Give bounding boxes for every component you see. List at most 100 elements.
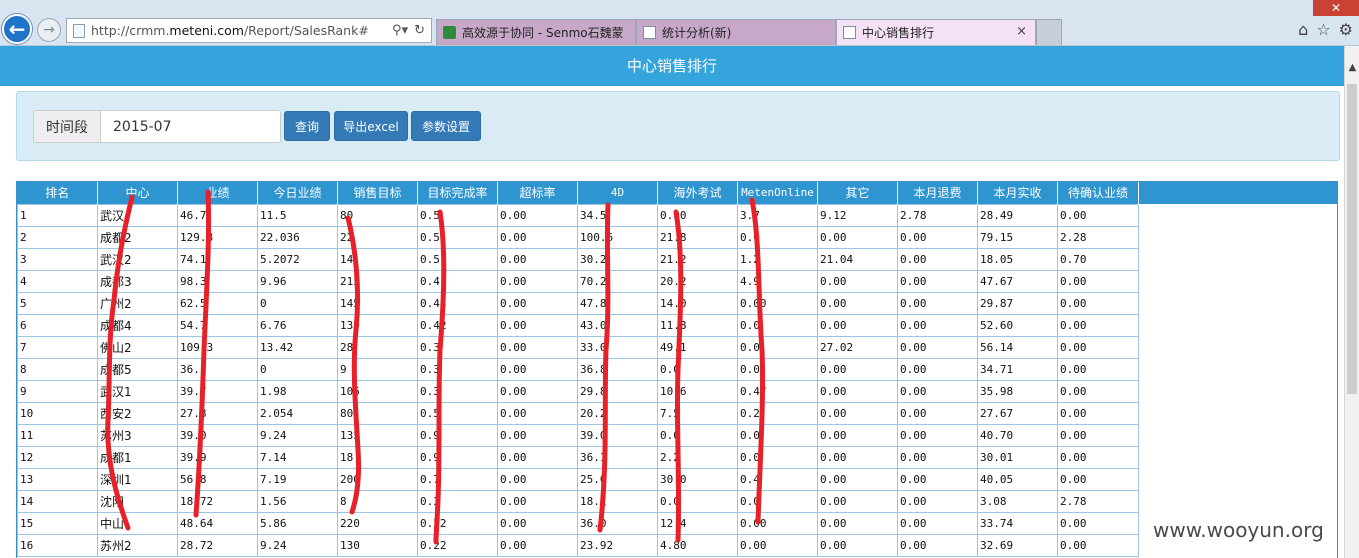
table-cell: 39.9 [177, 445, 258, 469]
table-cell: 15 [17, 511, 98, 535]
table-cell: 0.00 [817, 533, 898, 557]
table-cell: 4.9 [737, 269, 818, 293]
table-cell: 0.00 [497, 467, 578, 491]
table-cell: 130 [337, 533, 418, 557]
table-cell: 佛山2 [97, 335, 178, 359]
table-cell: 0.0 [737, 335, 818, 359]
home-icon[interactable]: ⌂ [1298, 20, 1308, 39]
settings-button[interactable]: 参数设置 [411, 111, 481, 141]
table-cell: 0.00 [1057, 357, 1139, 381]
table-row: 8 成都5 36.1 0 9 0.3 0.00 36.8 0.0 0.0 0.00 0.00 34.71… [17, 357, 1139, 381]
table-cell: 4 [17, 269, 98, 293]
close-tab-icon[interactable]: × [1016, 24, 1027, 39]
page-icon [73, 23, 85, 38]
gear-icon[interactable]: ⚙ [1339, 20, 1353, 39]
table-cell: 48.64 [177, 511, 258, 535]
table-cell: 27.8 [177, 401, 258, 425]
table-cell: 0.00 [817, 489, 898, 513]
scrollbar-thumb[interactable] [1347, 84, 1357, 394]
table-cell: 0.5 [417, 225, 498, 249]
table-cell: 0.5 [417, 203, 498, 227]
table-cell: 0.22 [417, 511, 498, 535]
table-cell: 9.96 [257, 269, 338, 293]
table-cell: 苏州3 [97, 423, 178, 447]
tab-senmo[interactable]: 高效源于协同 - Senmo石魏蒙 [436, 19, 636, 45]
table-cell: 2.78 [897, 203, 978, 227]
table-cell: 0.0 [657, 423, 738, 447]
table-cell: 79.15 [977, 225, 1058, 249]
table-cell: 1 [17, 203, 98, 227]
period-input[interactable] [100, 110, 281, 143]
table-cell: 0.00 [817, 291, 898, 315]
table-cell: 27.67 [977, 401, 1058, 425]
table-cell: 0.00 [1057, 313, 1139, 337]
table-cell: 28 [337, 335, 418, 359]
table-cell: 9.12 [817, 203, 898, 227]
tab-statistics[interactable]: 统计分析(新) [636, 19, 836, 45]
new-tab-button[interactable] [1036, 19, 1062, 45]
table-cell: 7.14 [257, 445, 338, 469]
back-arrow-icon[interactable]: ← [2, 14, 32, 44]
window-close-icon[interactable]: ✕ [1313, 0, 1359, 16]
table-cell: 0.00 [497, 357, 578, 381]
table-cell: 7.19 [257, 467, 338, 491]
table-cell: 11.8 [657, 313, 738, 337]
table-cell: 11 [17, 423, 98, 447]
table-cell: 70.2 [577, 269, 658, 293]
table-cell: 0.0 [737, 357, 818, 381]
table-cell: 0.00 [897, 357, 978, 381]
table-cell: 2 [17, 225, 98, 249]
table-cell: 18.72 [177, 489, 258, 513]
table-cell: 0.00 [497, 511, 578, 535]
table-cell: 9 [17, 379, 98, 403]
table-cell: 0.00 [1057, 335, 1139, 359]
export-excel-button[interactable]: 导出excel [334, 111, 408, 141]
tab-sales-rank[interactable]: 中心销售排行 × [836, 19, 1036, 45]
table-grid: 排名 中心 业绩 今日业绩 销售目标 目标完成率 超标率 4D 海外考试 MetenOnline 其… [17, 182, 1139, 557]
table-cell: 8 [17, 357, 98, 381]
favorites-star-icon[interactable]: ☆ [1316, 20, 1330, 39]
table-cell: 130 [337, 313, 418, 337]
table-row: 7 佛山2 109.3 13.42 28 0.3 0.00 33.0 49.1 0.0 27.02 0… [17, 335, 1139, 359]
table-cell: 100.6 [577, 225, 658, 249]
vertical-scrollbar[interactable]: ▲ [1344, 46, 1359, 558]
table-row: 1 武汉 46.7 11.5 80 0.5 0.00 34.5 0.00 3.7 9.12 2.78 2… [17, 203, 1139, 227]
refresh-icon[interactable]: ↻ [414, 23, 425, 38]
query-button[interactable]: 查询 [284, 111, 330, 141]
browser-chrome: ← → http://crmm.meteni.com/Report/SalesR… [0, 0, 1359, 46]
table-cell: 1.56 [257, 489, 338, 513]
table-cell: 2.78 [1057, 489, 1139, 513]
table-cell: 23.92 [577, 533, 658, 557]
table-cell: 28.72 [177, 533, 258, 557]
address-bar[interactable]: http://crmm.meteni.com/Report/SalesRank#… [66, 18, 432, 43]
table-cell: 7.5 [657, 401, 738, 425]
column-header: 本月实收 [977, 182, 1058, 204]
table-cell: 12 [17, 445, 98, 469]
table-cell: 0.3 [417, 357, 498, 381]
table-row: 5 广州2 62.5 0 145 0.43 0.00 47.8 14.0 0.00 0.00 0.00… [17, 291, 1139, 315]
table-cell: 34.71 [977, 357, 1058, 381]
search-icon[interactable]: ⚲▾ [392, 23, 408, 38]
table-cell: 0.00 [497, 533, 578, 557]
table-cell: 0.00 [817, 379, 898, 403]
table-cell: 1.98 [257, 379, 338, 403]
table-cell: 11.5 [257, 203, 338, 227]
table-cell: 2.28 [1057, 225, 1139, 249]
url-text: http://crmm.meteni.com/Report/SalesRank# [91, 23, 369, 38]
scroll-up-icon[interactable]: ▲ [1345, 60, 1359, 75]
table-cell: 13.42 [257, 335, 338, 359]
table-cell: 0.00 [497, 247, 578, 271]
table-cell: 9.24 [257, 423, 338, 447]
forward-arrow-icon[interactable]: → [37, 18, 61, 42]
table-cell: 0.47 [737, 379, 818, 403]
table-cell: 18.2 [577, 489, 658, 513]
table-cell: 14 [17, 489, 98, 513]
toolbar-icons: ⌂ ☆ ⚙ [1298, 20, 1353, 39]
table-cell: 80 [337, 401, 418, 425]
table-cell: 0.0 [737, 489, 818, 513]
table-cell: 220 [337, 511, 418, 535]
table-cell: 0.7 [417, 467, 498, 491]
table-cell: 0.00 [1057, 533, 1139, 557]
table-cell: 0.00 [1057, 379, 1139, 403]
table-cell: 0.3 [417, 489, 498, 513]
